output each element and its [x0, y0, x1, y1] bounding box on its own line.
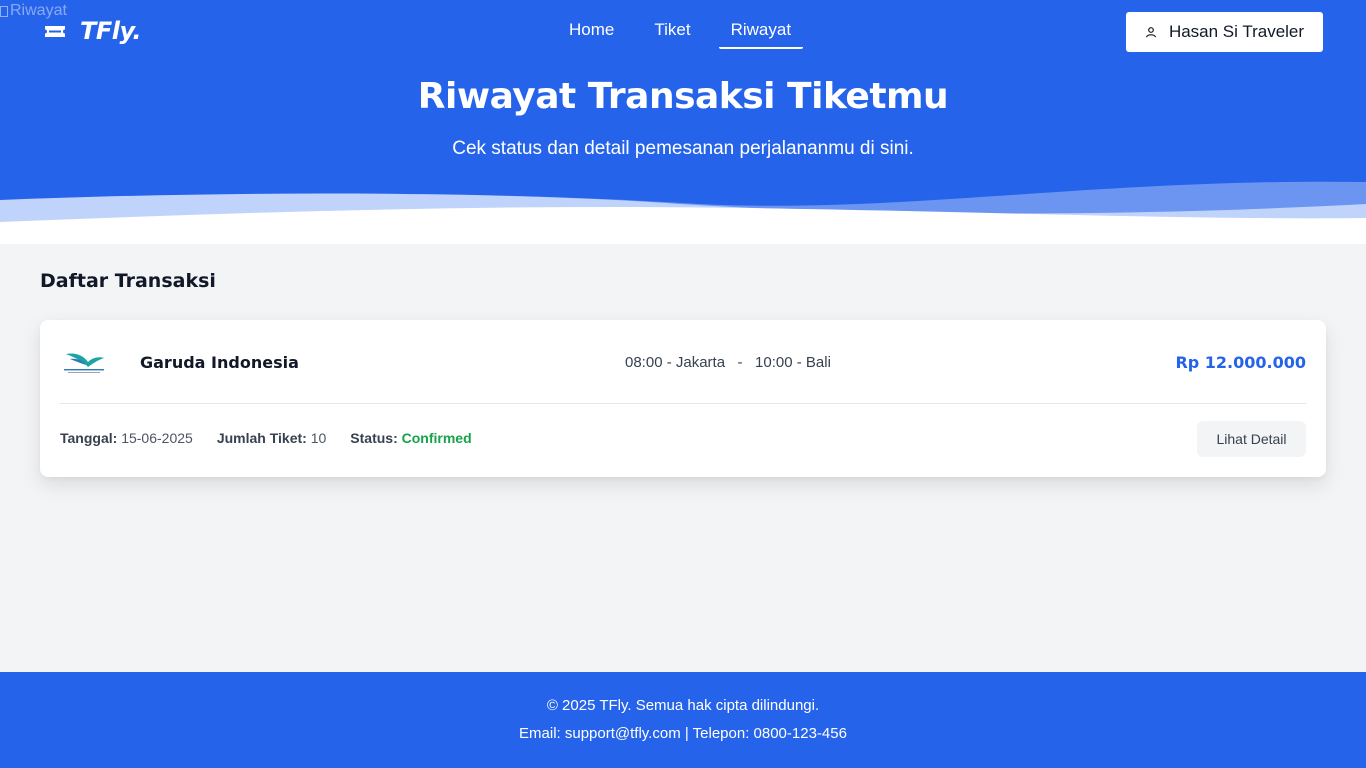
status-label: Status: — [350, 430, 398, 446]
user-name: Hasan Si Traveler — [1168, 22, 1305, 41]
transaction-summary: Garuda Indonesia 08:00 - Jakarta - 10:00… — [60, 320, 1306, 404]
page-subtitle: Cek status dan detail pemesanan perjalan… — [452, 138, 914, 159]
brand-logo[interactable]: TFly. — [44, 17, 142, 45]
user-profile-button[interactable]: Hasan Si Traveler — [1126, 12, 1323, 52]
hero-wave-decoration — [0, 181, 1366, 244]
airline-name: Garuda Indonesia — [140, 353, 299, 372]
flight-route: 08:00 - Jakarta - 10:00 - Bali — [625, 354, 831, 371]
transaction-status: Status: Confirmed — [350, 430, 471, 446]
date-value: 15-06-2025 — [121, 430, 193, 446]
footer: © 2025 TFly. Semua hak cipta dilindungi.… — [0, 672, 1366, 768]
ticket-icon — [45, 25, 65, 37]
garuda-indonesia-logo — [64, 353, 104, 373]
transaction-details: Tanggal: 15-06-2025 Jumlah Tiket: 10 Sta… — [60, 421, 1306, 457]
ticket-quantity: Jumlah Tiket: 10 — [217, 430, 326, 446]
user-icon — [1145, 27, 1157, 38]
footer-copyright: © 2025 TFly. Semua hak cipta dilindungi. — [546, 697, 820, 714]
transaction-meta: Tanggal: 15-06-2025 Jumlah Tiket: 10 Sta… — [60, 430, 496, 446]
transaction-date: Tanggal: 15-06-2025 — [60, 430, 193, 446]
footer-contact: Email: support@tfly.com | Telepon: 0800-… — [519, 725, 847, 742]
page-title: Riwayat Transaksi Tiketmu — [417, 76, 949, 117]
transaction-card: Garuda Indonesia 08:00 - Jakarta - 10:00… — [40, 320, 1326, 477]
qty-label: Jumlah Tiket: — [216, 430, 307, 446]
qty-value: 10 — [310, 430, 327, 446]
date-label: Tanggal: — [60, 430, 118, 446]
nav-riwayat[interactable]: Riwayat — [718, 12, 804, 49]
nav-home[interactable]: Home — [557, 12, 626, 49]
hero-header: Riwayat TFly. Home Tiket Riwayat Hasan S… — [0, 0, 1366, 244]
transaction-price: Rp 12.000.000 — [1175, 353, 1306, 372]
main-nav: Home Tiket Riwayat — [557, 12, 819, 49]
view-detail-button[interactable]: Lihat Detail — [1197, 421, 1306, 457]
brand-name: TFly. — [80, 17, 142, 45]
status-badge: Confirmed — [401, 430, 472, 446]
section-title: Daftar Transaksi — [40, 270, 216, 292]
nav-tiket[interactable]: Tiket — [642, 12, 702, 49]
broken-image-icon — [0, 5, 8, 17]
